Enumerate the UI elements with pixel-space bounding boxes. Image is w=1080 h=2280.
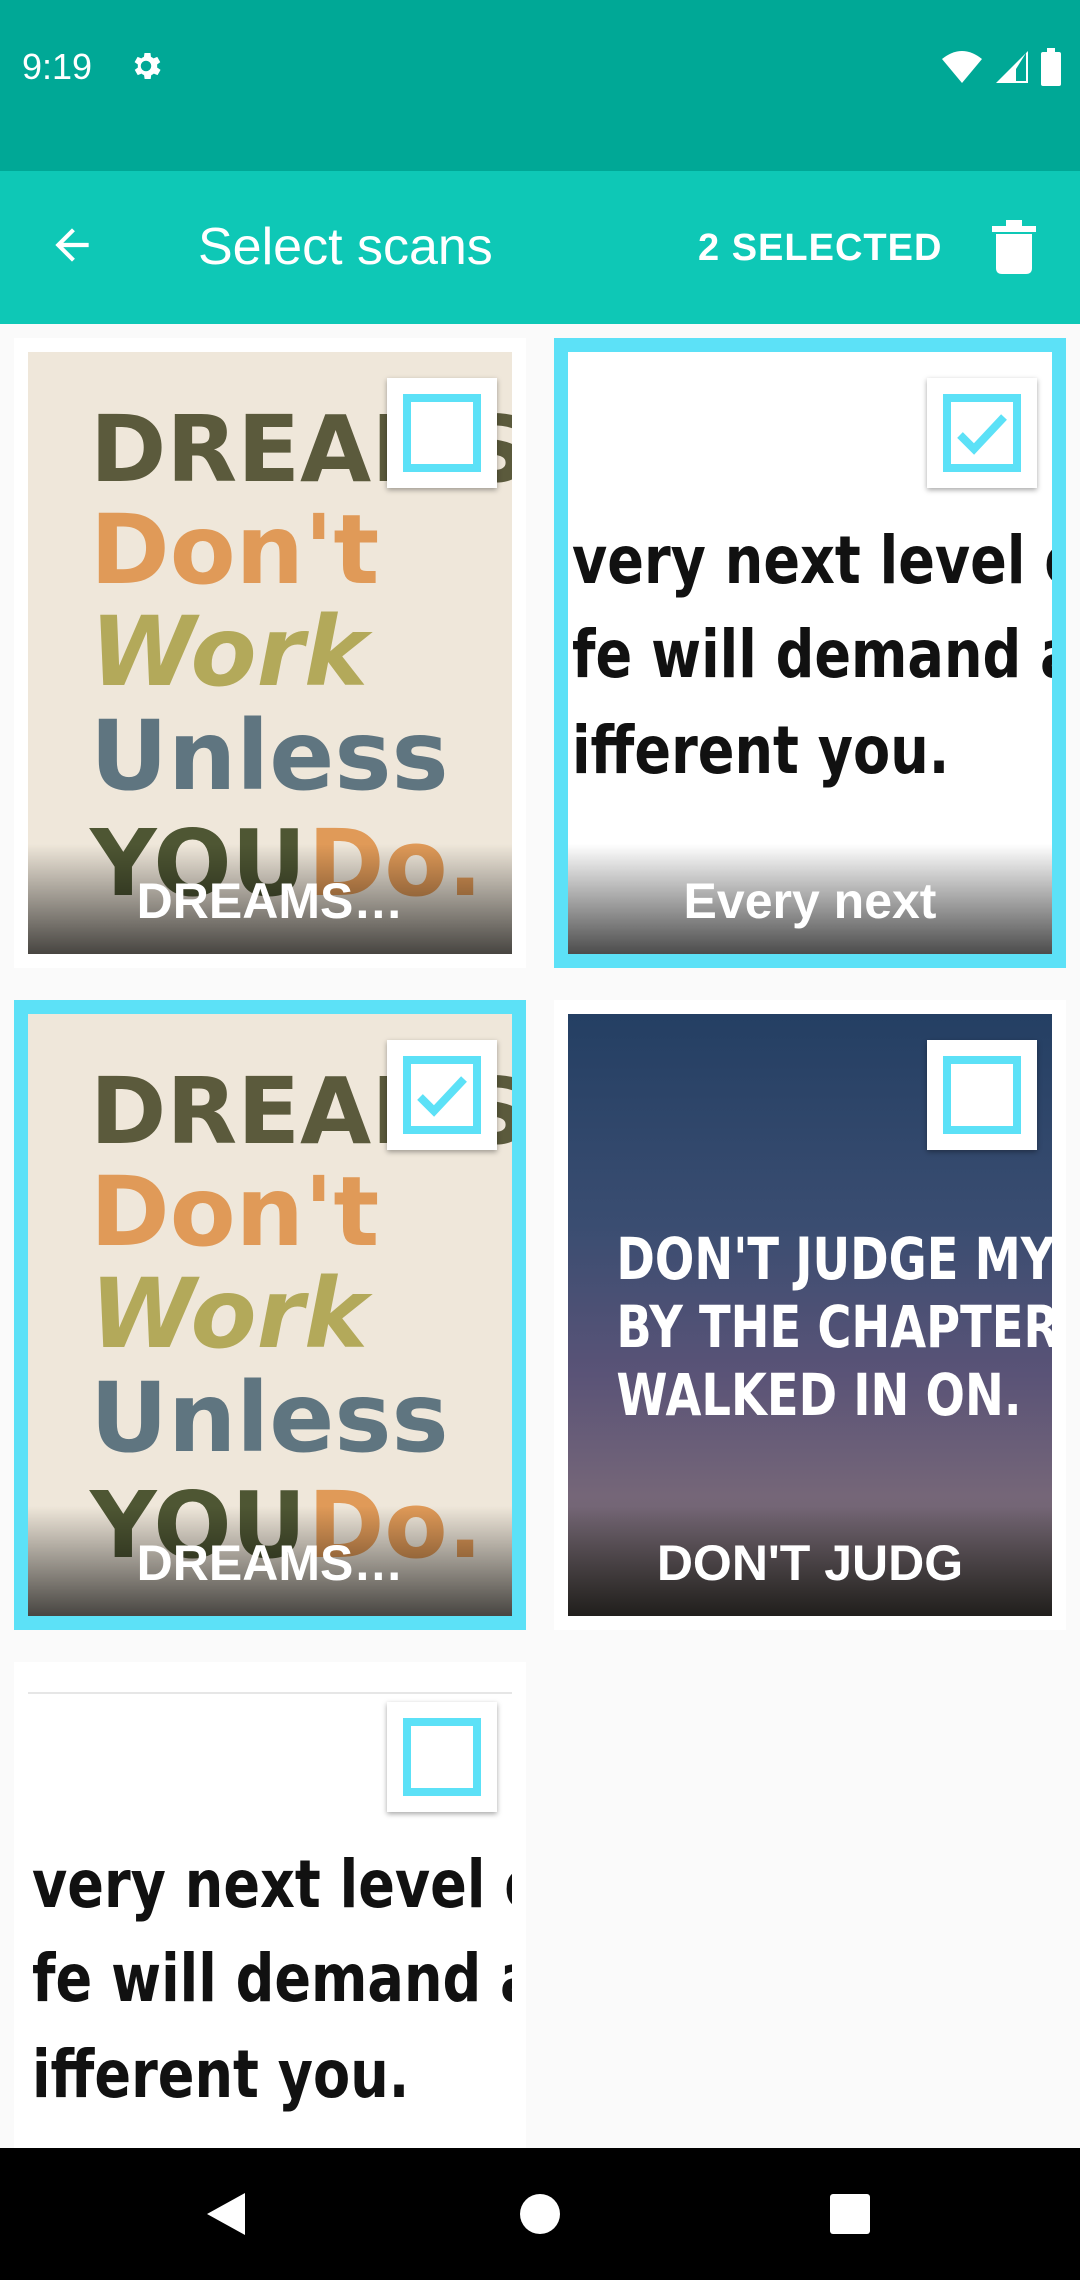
app-bar: Select scans 2 SELECTED — [0, 171, 1080, 324]
scan-grid: DREAMS Don't Work Unless YOU Do. DREAMS…… — [0, 324, 1080, 2148]
scan-caption: DON'T JUDG — [656, 1535, 964, 1591]
arrow-back-icon — [55, 228, 89, 262]
page-title: Select scans — [198, 218, 493, 276]
scan-caption: Every next — [683, 873, 937, 929]
checkbox-unchecked-icon — [403, 1718, 481, 1796]
scan-card[interactable]: DREAMS Don't Work Unless YOU Do. DREAMS… — [14, 1000, 526, 1630]
checkbox-unchecked-icon — [403, 394, 481, 472]
square-recents-icon — [830, 2194, 870, 2234]
checkbox-unchecked-icon — [943, 1056, 1021, 1134]
scan-caption: DREAMS… — [136, 1535, 404, 1591]
back-button[interactable] — [36, 209, 108, 281]
delete-button[interactable] — [984, 217, 1044, 277]
system-nav-bar — [0, 2148, 1080, 2280]
poster-text: Don't — [90, 494, 380, 606]
checkbox-checked-icon — [403, 1056, 481, 1134]
poster-text: Work — [90, 596, 368, 708]
nav-back-button[interactable] — [196, 2184, 256, 2244]
wifi-icon — [940, 49, 984, 90]
poster-text: fe will demand a — [572, 616, 1052, 693]
scan-card[interactable]: DREAMS Don't Work Unless YOU Do. DREAMS… — [14, 338, 526, 968]
poster-text: DON'T JUDGE MY STORY — [616, 1225, 1052, 1293]
divider — [28, 1692, 512, 1694]
select-checkbox[interactable] — [927, 378, 1037, 488]
poster-text: very next level of you — [32, 1846, 512, 1923]
poster-text: fe will demand a — [32, 1940, 512, 2017]
scan-card[interactable]: very next level of you fe will demand a … — [14, 1662, 526, 2148]
scan-card[interactable]: very next level of you fe will demand a … — [554, 338, 1066, 968]
select-checkbox[interactable] — [927, 1040, 1037, 1150]
select-checkbox[interactable] — [387, 1702, 497, 1812]
poster-text: WALKED IN ON. — [616, 1361, 1022, 1429]
poster-text: Unless — [90, 700, 449, 812]
poster-text: ifferent you. — [32, 2036, 410, 2113]
select-checkbox[interactable] — [387, 378, 497, 488]
select-checkbox[interactable] — [387, 1040, 497, 1150]
status-bar: 9:19 — [0, 0, 1080, 171]
nav-home-button[interactable] — [510, 2184, 570, 2244]
scan-caption: DREAMS… — [136, 873, 404, 929]
signal-icon — [994, 49, 1030, 90]
poster-text: Don't — [90, 1156, 380, 1268]
selected-count: 2 SELECTED — [698, 227, 943, 269]
circle-home-icon — [520, 2194, 560, 2234]
checkbox-checked-icon — [943, 394, 1021, 472]
poster-text: ifferent you. — [572, 712, 950, 789]
nav-recents-button[interactable] — [820, 2184, 880, 2244]
poster-text: Work — [90, 1258, 368, 1370]
status-time: 9:19 — [22, 46, 93, 87]
poster-text: very next level of you — [572, 522, 1052, 599]
battery-icon — [1040, 48, 1062, 91]
triangle-back-icon — [207, 2193, 245, 2235]
trash-icon — [992, 220, 1036, 274]
settings-gear-icon — [128, 48, 164, 84]
scan-card[interactable]: DON'T JUDGE MY STORY BY THE CHAPTER YOU … — [554, 1000, 1066, 1630]
poster-text: Unless — [90, 1362, 449, 1474]
poster-text: BY THE CHAPTER YOU — [616, 1293, 1052, 1361]
